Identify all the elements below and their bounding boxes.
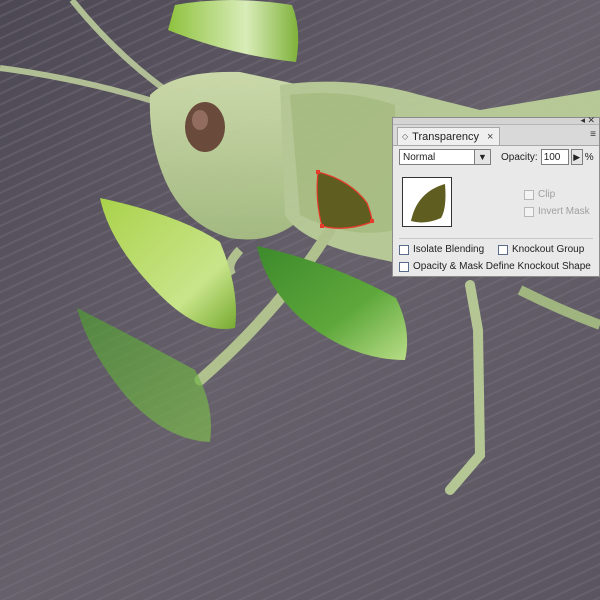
tab-transparency[interactable]: ◇ Transparency × [397, 127, 501, 145]
mask-thumbnail-area: Clip Invert Mask [399, 174, 593, 234]
isolate-blending-checkbox[interactable] [399, 244, 409, 255]
close-panel-icon[interactable]: ✕ [587, 116, 595, 125]
anchor-point[interactable] [316, 170, 320, 174]
knockout-group-label: Knockout Group [512, 244, 585, 255]
opacity-slider-button[interactable]: ▶ [570, 149, 583, 165]
blend-mode-value: Normal [403, 151, 436, 163]
clip-checkbox[interactable] [524, 189, 534, 200]
opacity-value: 100 [543, 151, 561, 163]
knockout-group-checkbox[interactable] [498, 244, 508, 255]
object-thumbnail[interactable] [402, 177, 452, 227]
panel-title-strip[interactable]: ◂ ✕ [393, 116, 599, 125]
knockout-shape-row: Opacity & Mask Define Knockout Shape [399, 261, 591, 272]
tab-diamond-icon: ◇ [402, 132, 409, 141]
invert-mask-checkbox-row: Invert Mask [524, 206, 590, 217]
blend-opacity-row: Normal ▼ Opacity: 100 ▶ % [399, 148, 595, 166]
clip-label: Clip [538, 189, 556, 200]
tab-label: Transparency [412, 130, 479, 143]
knockout-group-row: Knockout Group [498, 244, 584, 255]
collapse-icon[interactable]: ◂ [580, 116, 585, 125]
tab-close-icon[interactable]: × [487, 131, 493, 143]
opacity-label: Opacity: [501, 151, 538, 163]
transparency-panel: ◂ ✕ ◇ Transparency × ≡ Normal ▼ Opacity:… [392, 116, 600, 277]
knockout-shape-label: Opacity & Mask Define Knockout Shape [413, 261, 591, 272]
invert-mask-label: Invert Mask [538, 206, 590, 217]
isolate-blending-row: Isolate Blending [399, 244, 484, 255]
anchor-point[interactable] [370, 219, 374, 223]
opacity-unit: % [584, 151, 594, 163]
anchor-point[interactable] [320, 224, 324, 228]
invert-mask-checkbox[interactable] [524, 206, 534, 217]
panel-tab-row: ◇ Transparency × ≡ [393, 125, 599, 146]
chevron-down-icon[interactable]: ▼ [474, 150, 490, 164]
knockout-shape-checkbox[interactable] [399, 261, 409, 272]
opacity-input[interactable]: 100 [540, 149, 569, 165]
chevron-right-icon: ▶ [573, 151, 581, 162]
artwork-canvas[interactable] [0, 0, 600, 600]
blend-mode-select[interactable]: Normal ▼ [399, 149, 491, 165]
divider [399, 238, 593, 239]
clip-checkbox-row: Clip [524, 189, 555, 200]
isolate-blending-label: Isolate Blending [413, 244, 485, 255]
panel-menu-icon[interactable]: ≡ [590, 129, 596, 140]
leaf-thumbnail-icon [411, 184, 446, 223]
